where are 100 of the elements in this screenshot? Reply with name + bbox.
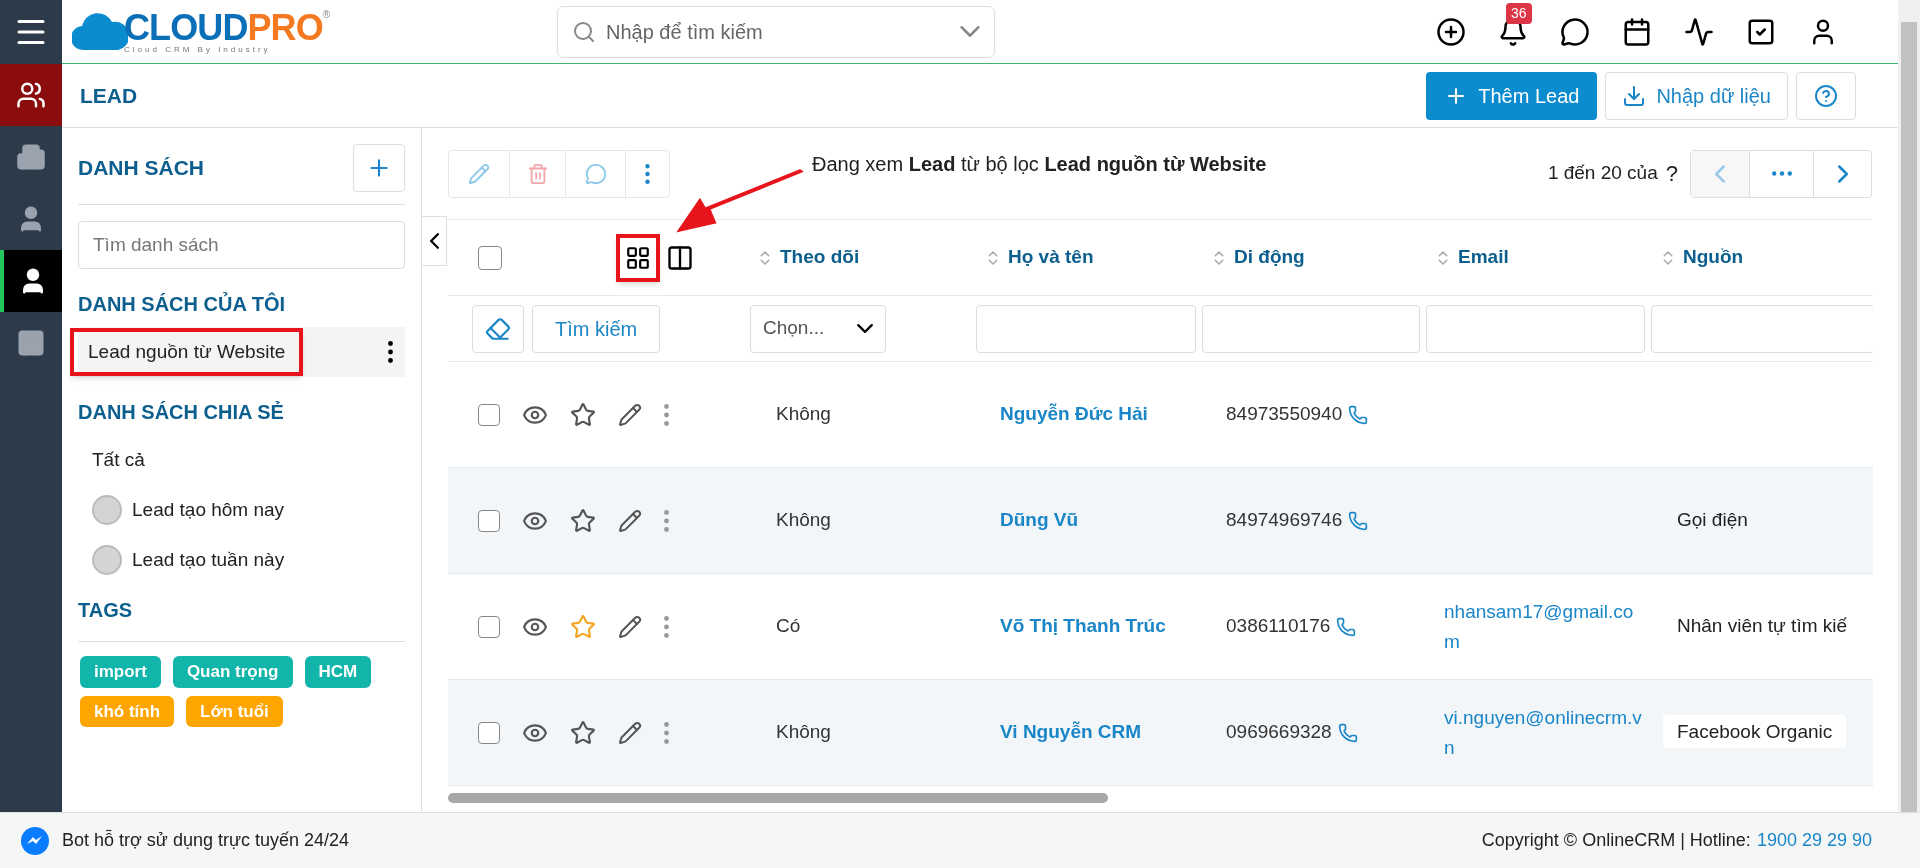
comment-icon bbox=[584, 162, 607, 185]
column-header[interactable]: Họ và tên bbox=[1008, 243, 1094, 272]
edit-icon[interactable] bbox=[618, 508, 642, 533]
column-header[interactable]: Theo dõi bbox=[780, 243, 860, 272]
support-text: Bot hỗ trợ sử dụng trực tuyến 24/24 bbox=[62, 828, 350, 852]
notification-badge: 36 bbox=[1506, 2, 1532, 24]
star-icon[interactable] bbox=[570, 613, 596, 640]
star-icon[interactable] bbox=[570, 401, 596, 428]
table-cell: Facebook Organic bbox=[1663, 715, 1847, 749]
column-header[interactable]: Nguồn bbox=[1683, 243, 1744, 272]
row-checkbox[interactable] bbox=[478, 721, 500, 744]
select-all-checkbox[interactable] bbox=[478, 245, 502, 270]
pencil-icon bbox=[468, 162, 490, 185]
list-item-label: Lead tạo hôm nay bbox=[132, 498, 285, 520]
column-filter-field[interactable] bbox=[1651, 304, 1873, 353]
page-title: LEAD bbox=[80, 82, 138, 109]
clear-filter-button[interactable] bbox=[472, 304, 524, 353]
phone-icon[interactable] bbox=[1348, 510, 1369, 531]
chevron-down-icon bbox=[960, 26, 980, 37]
column-filter-field[interactable] bbox=[1202, 304, 1420, 353]
lead-name-link[interactable]: Vi Nguyễn CRM bbox=[1000, 721, 1142, 743]
list-item-label: Tất cả bbox=[92, 448, 145, 470]
row-checkbox[interactable] bbox=[478, 403, 500, 426]
chevron-right-icon bbox=[1837, 164, 1848, 183]
add-list-button[interactable] bbox=[353, 144, 405, 192]
row-checkbox[interactable] bbox=[478, 509, 500, 532]
list-item[interactable]: Lead tạo hôm nay bbox=[78, 485, 405, 535]
column-header[interactable]: Di động bbox=[1234, 243, 1305, 272]
chevron-left-icon bbox=[429, 233, 439, 249]
tag[interactable]: HCM bbox=[304, 656, 372, 688]
table-cell-text: 84974969746 bbox=[1226, 508, 1343, 533]
logo-text: CLOUD bbox=[124, 9, 248, 46]
table-cell-text: Nhân viên tự tìm kiế bbox=[1676, 614, 1849, 639]
more-icon bbox=[645, 163, 650, 184]
help-button[interactable] bbox=[1796, 71, 1856, 120]
pagination-text: 1 đến 20 của bbox=[1547, 161, 1658, 186]
phone-icon[interactable] bbox=[1337, 722, 1358, 743]
hotline-link[interactable]: 1900 29 29 90 bbox=[1756, 827, 1872, 854]
phone-icon[interactable] bbox=[1336, 616, 1357, 637]
table-cell: Không bbox=[776, 403, 831, 425]
chevron-down-icon bbox=[857, 324, 873, 333]
edit-icon[interactable] bbox=[618, 402, 642, 427]
column-header[interactable]: Email bbox=[1458, 243, 1509, 272]
star-icon[interactable] bbox=[570, 507, 596, 534]
phone-icon[interactable] bbox=[1348, 404, 1369, 425]
chat-icon[interactable] bbox=[1560, 16, 1590, 47]
grid-layout-icon[interactable] bbox=[625, 244, 651, 271]
list-search-field[interactable]: Tìm danh sách bbox=[78, 221, 405, 269]
section-heading: TAGS bbox=[78, 595, 405, 642]
calendar-icon[interactable] bbox=[1622, 16, 1652, 47]
add-lead-button[interactable]: Thêm Lead bbox=[1426, 71, 1598, 120]
total-count: ? bbox=[1665, 160, 1678, 188]
horizontal-scrollbar[interactable] bbox=[448, 793, 1108, 803]
chart-icon[interactable] bbox=[1684, 16, 1714, 47]
search-bar[interactable]: Nhập để tìm kiếm bbox=[557, 5, 995, 58]
list-item[interactable]: Tất cả bbox=[78, 435, 405, 485]
list-item[interactable]: Lead tạo tuần này bbox=[78, 535, 405, 585]
more-icon[interactable] bbox=[388, 341, 393, 363]
email-link[interactable]: nhansam17@gmail.com bbox=[1444, 596, 1647, 657]
edit-icon[interactable] bbox=[618, 720, 642, 745]
lead-name-link[interactable]: Võ Thị Thanh Trúc bbox=[1000, 615, 1166, 637]
section-heading: DANH SÁCH CHIA SẺ bbox=[78, 400, 285, 425]
search-button[interactable]: Tìm kiếm bbox=[532, 304, 661, 353]
help-icon bbox=[1814, 83, 1838, 108]
collapse-button[interactable] bbox=[421, 216, 447, 266]
edit-icon[interactable] bbox=[618, 614, 642, 639]
follow-filter-select[interactable]: Chọn... bbox=[750, 304, 886, 353]
section-heading: DANH SÁCH CỦA TÔI bbox=[78, 291, 287, 317]
import-button[interactable]: Nhập dữ liệu bbox=[1605, 71, 1788, 120]
messenger-icon[interactable] bbox=[20, 825, 50, 856]
column-filter-field[interactable] bbox=[976, 304, 1196, 353]
search-input[interactable]: Nhập để tìm kiếm bbox=[606, 16, 950, 47]
nav-icon bbox=[16, 328, 46, 358]
star-icon[interactable] bbox=[570, 719, 596, 746]
vertical-scrollbar[interactable] bbox=[1898, 0, 1920, 812]
table-cell-text: Gọi điện bbox=[1676, 508, 1749, 533]
logo-text: PRO bbox=[247, 9, 323, 46]
table-cell: Không bbox=[776, 721, 831, 743]
trash-icon bbox=[526, 162, 549, 185]
add-icon[interactable] bbox=[1436, 16, 1466, 47]
nav-icon bbox=[16, 80, 46, 110]
sidebar-nav-item[interactable] bbox=[0, 64, 62, 126]
column-filter-field[interactable] bbox=[1426, 304, 1645, 353]
row-checkbox[interactable] bbox=[478, 615, 500, 638]
list-item-label: Lead tạo tuần này bbox=[132, 548, 285, 570]
filter-description: Đang xem Lead từ bộ lọc Lead nguồn từ Website bbox=[812, 151, 1267, 177]
logo-tagline: Cloud CRM By Industry bbox=[124, 45, 272, 54]
table-cell: Có bbox=[776, 615, 801, 637]
lead-name-link[interactable]: Nguyễn Đức Hải bbox=[1000, 403, 1148, 425]
sidebar-nav-item[interactable] bbox=[0, 250, 62, 312]
columns-layout-icon[interactable] bbox=[666, 243, 694, 272]
copyright-text: Copyright © OnlineCRM | Hotline: bbox=[1481, 829, 1751, 852]
tag[interactable]: import bbox=[80, 656, 161, 688]
tag[interactable]: Quan trọng bbox=[172, 656, 293, 688]
lead-name-link[interactable]: Dũng Vũ bbox=[1000, 509, 1079, 531]
menu-button[interactable] bbox=[0, 0, 62, 64]
email-link[interactable]: vi.nguyen@onlinecrm.vn bbox=[1444, 702, 1647, 763]
table-cell-text: 0969669328 bbox=[1226, 720, 1332, 745]
list-item-label: Lead nguồn từ Website bbox=[88, 340, 286, 362]
chevron-left-icon bbox=[1715, 164, 1725, 183]
